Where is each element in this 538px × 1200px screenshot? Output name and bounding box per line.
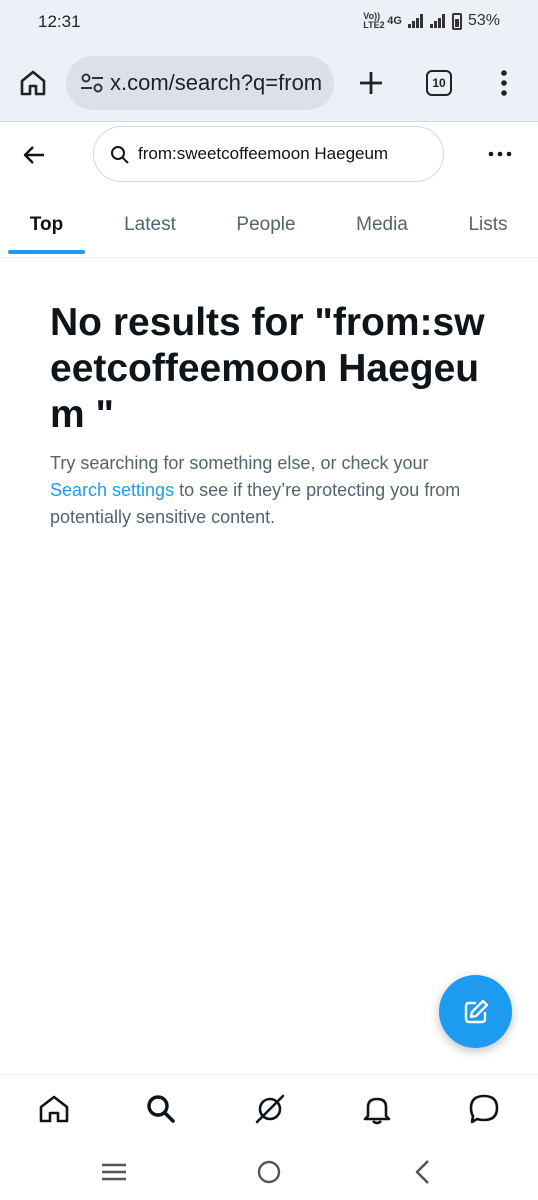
tab-switcher-button[interactable]: 10	[426, 70, 452, 96]
compose-icon	[464, 999, 488, 1023]
browser-menu-icon[interactable]	[494, 68, 514, 98]
notifications-icon[interactable]	[360, 1092, 394, 1126]
search-tabs: Top Latest People Media Lists	[0, 194, 538, 258]
search-query-text: from:sweetcoffeemoon Haegeum	[138, 144, 389, 163]
volte-indicator: Vo)) LTE2	[363, 11, 385, 30]
empty-state-text-1: Try searching for something else, or che…	[50, 453, 429, 473]
empty-state-message: Try searching for something else, or che…	[50, 450, 480, 531]
active-tab-indicator	[8, 250, 85, 254]
tab-top[interactable]: Top	[8, 194, 85, 256]
tab-people[interactable]: People	[220, 194, 312, 256]
back-arrow-icon[interactable]	[20, 141, 48, 169]
search-icon	[111, 146, 129, 164]
tab-media[interactable]: Media	[338, 194, 426, 256]
home-button-icon[interactable]	[254, 1158, 284, 1186]
home-icon[interactable]	[37, 1092, 71, 1126]
grok-icon[interactable]	[253, 1092, 287, 1126]
status-time: 12:31	[38, 12, 81, 31]
search-icon[interactable]	[144, 1092, 178, 1126]
search-header: from:sweetcoffeemoon Haegeum	[0, 124, 538, 184]
site-settings-icon[interactable]	[80, 72, 104, 94]
status-indicators: Vo)) LTE2 4G 53%	[363, 12, 500, 30]
tab-latest[interactable]: Latest	[105, 194, 195, 256]
home-icon[interactable]	[18, 68, 48, 98]
system-navigation-bar	[0, 1144, 538, 1200]
system-back-icon[interactable]	[408, 1158, 438, 1186]
bottom-navigation	[0, 1074, 538, 1144]
network-type: 4G	[387, 15, 402, 27]
messages-icon[interactable]	[467, 1092, 501, 1126]
search-settings-link[interactable]: Search settings	[50, 480, 174, 500]
new-tab-icon[interactable]	[356, 68, 386, 98]
status-bar: 12:31 Vo)) LTE2 4G 53%	[0, 0, 538, 44]
battery-icon	[451, 12, 462, 30]
battery-percent: 53%	[467, 12, 500, 29]
signal-icon	[407, 14, 423, 28]
compose-post-button[interactable]	[439, 975, 512, 1048]
recent-apps-icon[interactable]	[99, 1158, 129, 1186]
url-text: x.com/search?q=from	[110, 70, 323, 95]
empty-state-title: No results for "from:sweetcoffeemoon Hae…	[50, 301, 485, 436]
tab-lists[interactable]: Lists	[452, 194, 524, 256]
more-options-icon[interactable]	[486, 142, 514, 166]
browser-toolbar: x.com/search?q=from 10	[0, 44, 538, 122]
address-bar[interactable]: x.com/search?q=from	[66, 56, 334, 110]
signal-icon-2	[429, 14, 445, 28]
search-input[interactable]: from:sweetcoffeemoon Haegeum	[93, 126, 444, 182]
